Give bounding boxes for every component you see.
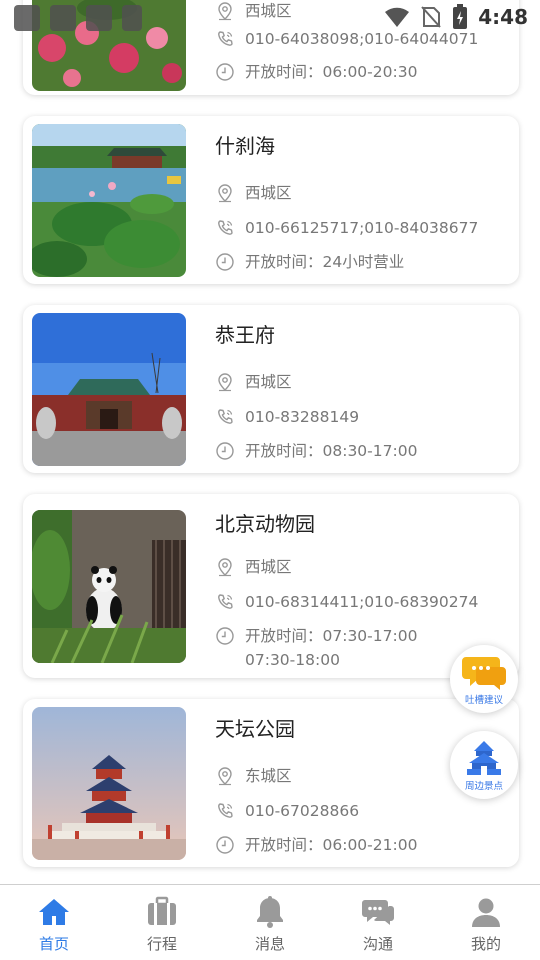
attraction-name[interactable]: 恭王府 <box>215 319 275 348</box>
attraction-card[interactable]: 天坛公园 东城区 010-67028866 开放时间：06:00-21:00 <box>23 699 519 867</box>
phone-text: 010-64038098;010-64044071 <box>245 30 479 48</box>
phone-row[interactable]: 010-66125717;010-84038677 <box>215 216 487 240</box>
clock-icon <box>215 252 235 272</box>
tab-label: 我的 <box>470 935 501 953</box>
location-pin-icon <box>215 766 235 786</box>
hours-text: 开放时间：24小时营业 <box>245 253 405 271</box>
district-row: 东城区 <box>215 764 487 788</box>
home-icon <box>39 899 69 925</box>
tab-label: 行程 <box>146 935 177 953</box>
feedback-button[interactable]: 吐槽建议 <box>450 645 518 713</box>
attraction-name[interactable]: 北京动物园 <box>215 508 315 537</box>
attraction-card[interactable]: 恭王府 西城区 010-83288149 开放时间：08:30-17:00 <box>23 305 519 473</box>
attraction-photo <box>32 0 186 91</box>
district-row: 西城区 <box>215 555 487 579</box>
phone-icon <box>215 407 235 427</box>
hours-row: 开放时间：06:00-20:30 <box>215 60 487 84</box>
nearby-attractions-button[interactable]: 周边景点 <box>450 731 518 799</box>
luggage-icon <box>148 896 176 925</box>
nearby-label: 周边景点 <box>464 781 503 792</box>
attraction-name[interactable]: 天坛公园 <box>215 713 295 742</box>
phone-icon <box>215 218 235 238</box>
temple-icon <box>467 741 501 775</box>
tab-label: 首页 <box>38 935 69 953</box>
user-icon <box>472 898 500 927</box>
hours-row: 开放时间：24小时营业 <box>215 250 487 274</box>
clock-icon <box>215 835 235 855</box>
tab-itinerary[interactable]: 行程 <box>108 885 216 960</box>
tab-messages[interactable]: 消息 <box>216 885 324 960</box>
hours-text: 开放时间：07:30-17:00 07:30-18:00 <box>245 627 418 669</box>
phone-icon <box>215 592 235 612</box>
hours-text: 开放时间：08:30-17:00 <box>245 442 418 460</box>
attraction-photo <box>32 313 186 466</box>
hours-text: 开放时间：06:00-21:00 <box>245 836 418 854</box>
phone-icon <box>215 29 235 49</box>
tab-label: 消息 <box>254 935 285 953</box>
location-pin-icon <box>215 1 235 21</box>
district-text: 西城区 <box>245 184 292 202</box>
feedback-label: 吐槽建议 <box>464 695 503 706</box>
district-row: 西城区 <box>215 0 487 23</box>
bottom-tab-bar: 首页 行程 消息 沟通 我的 <box>0 884 540 960</box>
attraction-photo <box>32 707 186 860</box>
attraction-photo <box>32 124 186 277</box>
hours-row: 开放时间：06:00-21:00 <box>215 833 487 857</box>
district-text: 西城区 <box>245 558 292 576</box>
bell-icon <box>257 896 283 928</box>
tab-home[interactable]: 首页 <box>0 885 108 960</box>
hours-row: 开放时间：07:30-17:00 07:30-18:00 <box>215 624 455 672</box>
location-pin-icon <box>215 183 235 203</box>
chat-bubble-icon <box>462 657 506 690</box>
tab-profile[interactable]: 我的 <box>432 885 540 960</box>
phone-row[interactable]: 010-68314411;010-68390274 <box>215 590 487 614</box>
tab-label: 沟通 <box>362 935 393 953</box>
district-text: 东城区 <box>245 767 292 785</box>
phone-icon <box>215 801 235 821</box>
clock-icon <box>215 62 235 82</box>
district-row: 西城区 <box>215 370 487 394</box>
phone-text: 010-68314411;010-68390274 <box>245 593 479 611</box>
phone-row[interactable]: 010-64038098;010-64044071 <box>215 27 487 51</box>
clock-icon <box>215 441 235 461</box>
location-pin-icon <box>215 372 235 392</box>
district-text: 西城区 <box>245 2 292 20</box>
clock-icon <box>215 626 235 646</box>
attraction-card[interactable]: 什刹海 西城区 010-66125717;010-84038677 开放时间：2… <box>23 116 519 284</box>
hours-row: 开放时间：08:30-17:00 <box>215 439 487 463</box>
district-row: 西城区 <box>215 181 487 205</box>
tab-communicate[interactable]: 沟通 <box>324 885 432 960</box>
phone-text: 010-66125717;010-84038677 <box>245 219 479 237</box>
location-pin-icon <box>215 557 235 577</box>
phone-row[interactable]: 010-83288149 <box>215 405 487 429</box>
district-text: 西城区 <box>245 373 292 391</box>
attraction-card[interactable]: 西城区 010-64038098;010-64044071 开放时间：06:00… <box>23 0 519 95</box>
attraction-name[interactable]: 什刹海 <box>215 130 275 159</box>
hours-text: 开放时间：06:00-20:30 <box>245 63 418 81</box>
attraction-card[interactable]: 北京动物园 西城区 010-68314411;010-68390274 开放时间… <box>23 494 519 678</box>
phone-row[interactable]: 010-67028866 <box>215 799 487 823</box>
phone-text: 010-83288149 <box>245 408 360 426</box>
chat-icon <box>362 900 394 925</box>
phone-text: 010-67028866 <box>245 802 360 820</box>
attraction-photo <box>32 510 186 663</box>
